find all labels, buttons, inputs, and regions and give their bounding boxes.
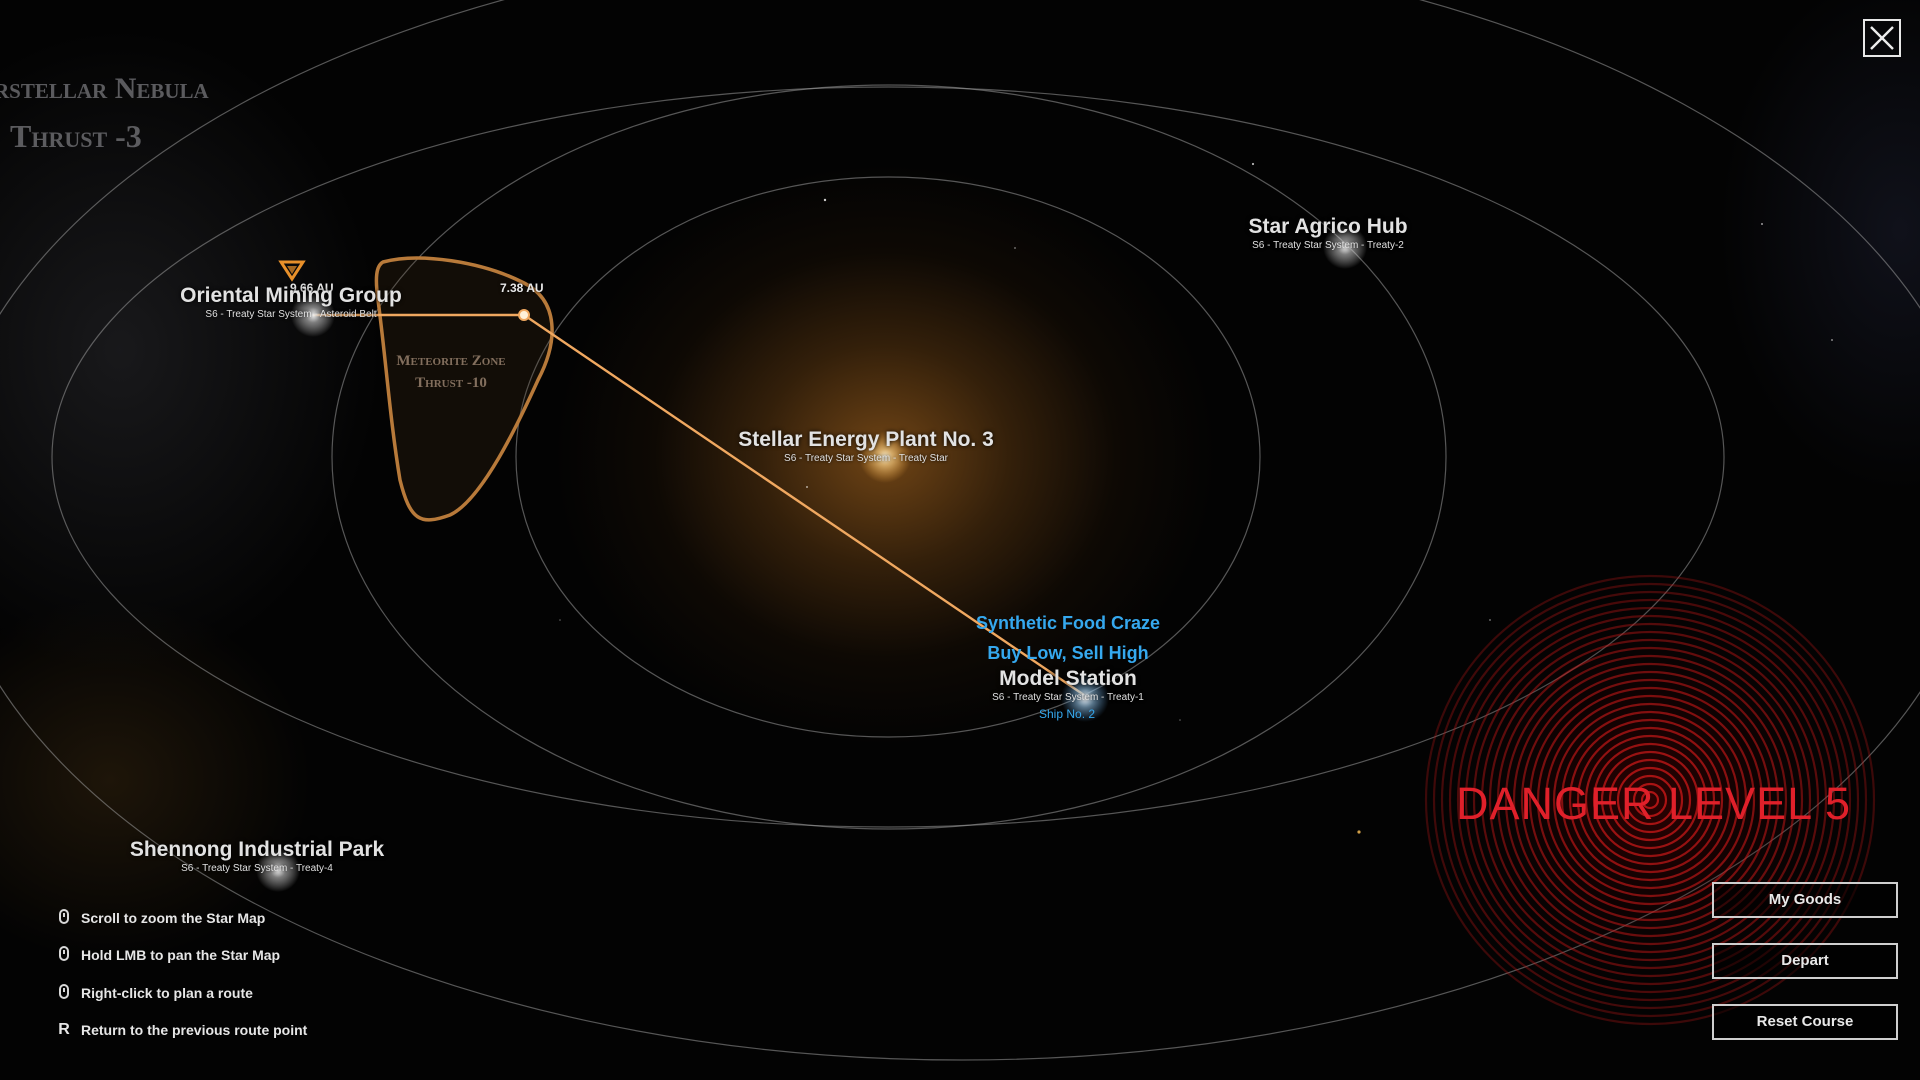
location-name: Star Agrico Hub [1248, 215, 1408, 238]
key-r-icon: R [57, 1021, 71, 1039]
mouse-right-icon [57, 984, 71, 1002]
hint-text: Scroll to zoom the Star Map [81, 910, 266, 926]
close-button[interactable] [1863, 19, 1901, 57]
location-name: Model Station [999, 667, 1137, 690]
event-synthetic-food: Synthetic Food Craze [975, 613, 1161, 633]
location-name: Oriental Mining Group [180, 284, 402, 307]
location-name: Stellar Energy Plant No. 3 [738, 428, 994, 451]
event-buy-low: Buy Low, Sell High [987, 643, 1149, 663]
hint-text: Hold LMB to pan the Star Map [81, 947, 281, 963]
region-effect: Thrust -3 [10, 118, 142, 154]
meteorite-zone-effect: Thrust -10 [415, 375, 487, 391]
hint-text: Right-click to plan a route [81, 985, 253, 1001]
star-map-canvas[interactable] [0, 0, 1920, 1080]
hint-scroll-zoom: Scroll to zoom the Star Map [57, 909, 265, 927]
meteorite-zone-label: Meteorite Zone Thrust -10 [396, 350, 506, 394]
location-model-station[interactable]: Model Station S6 - Treaty Star System - … [968, 667, 1168, 703]
route-distance-2: 7.38 AU [500, 281, 544, 295]
mouse-scroll-icon [57, 909, 71, 927]
danger-level-label: DANGER LEVEL 5 [1456, 778, 1851, 829]
location-star-agrico[interactable]: Star Agrico Hub S6 - Treaty Star System … [1228, 215, 1428, 251]
location-name: Shennong Industrial Park [129, 838, 385, 861]
mouse-left-icon [57, 946, 71, 964]
hint-plan-route: Right-click to plan a route [57, 984, 253, 1002]
location-subtitle: S6 - Treaty Star System - Treaty-2 [1252, 240, 1404, 251]
hint-text: Return to the previous route point [81, 1022, 308, 1038]
reset-course-button[interactable]: Reset Course [1712, 1004, 1898, 1040]
meteorite-zone-name: Meteorite Zone [396, 353, 506, 369]
location-shennong[interactable]: Shennong Industrial Park S6 - Treaty Sta… [117, 838, 397, 874]
ship-label: Ship No. 2 [1039, 707, 1096, 721]
hint-pan: Hold LMB to pan the Star Map [57, 946, 280, 964]
my-goods-button[interactable]: My Goods [1712, 882, 1898, 918]
location-subtitle: S6 - Treaty Star System - Treaty-1 [992, 692, 1144, 703]
depart-button[interactable]: Depart [1712, 943, 1898, 979]
close-icon [1870, 26, 1894, 50]
route-waypoint[interactable] [518, 309, 530, 321]
location-oriental-mining[interactable]: Oriental Mining Group S6 - Treaty Star S… [160, 284, 422, 320]
location-subtitle: S6 - Treaty Star System - Asteroid Belt [205, 309, 377, 320]
location-subtitle: S6 - Treaty Star System - Treaty Star [784, 453, 948, 464]
location-subtitle: S6 - Treaty Star System - Treaty-4 [181, 863, 333, 874]
star-map[interactable]: rstellar Nebula Thrust -3 Meteorite Zone… [0, 0, 1920, 1080]
location-stellar-energy[interactable]: Stellar Energy Plant No. 3 S6 - Treaty S… [716, 428, 1016, 464]
region-name: rstellar Nebula [0, 72, 209, 105]
key-label: R [58, 1021, 70, 1038]
hint-return: R Return to the previous route point [57, 1021, 307, 1039]
